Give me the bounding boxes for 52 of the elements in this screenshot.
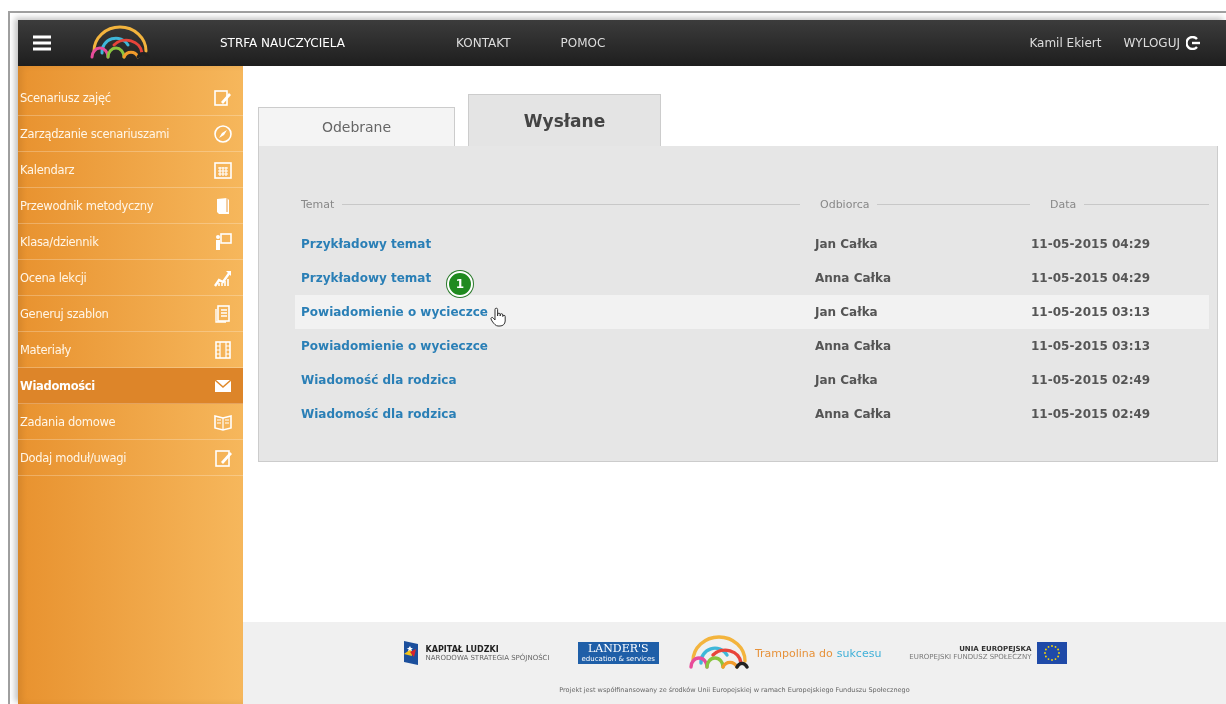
recipient-cell-text: Jan Całka bbox=[815, 305, 879, 319]
column-header: Temat bbox=[301, 198, 335, 211]
sidebar-item[interactable]: Zadania domowe bbox=[18, 404, 243, 440]
date-cell: 11-05-2015 03:13 bbox=[1031, 339, 1151, 353]
date-cell: 11-05-2015 03:13 bbox=[1031, 305, 1151, 319]
film-icon bbox=[213, 339, 233, 360]
slogan-text: sukcesu bbox=[836, 646, 882, 660]
date-cell: 11-05-2015 02:49 bbox=[1031, 407, 1151, 421]
message-subject-link[interactable]: Powiadomienie o wycieczce bbox=[301, 305, 488, 319]
user-name[interactable]: Kamil Ekiert bbox=[1029, 36, 1102, 50]
nav-link[interactable]: POMOC bbox=[560, 36, 606, 50]
eu-flag-icon bbox=[1037, 642, 1068, 664]
hand-cursor-icon bbox=[489, 307, 506, 327]
calendar-icon bbox=[213, 159, 233, 180]
sidebar-item[interactable]: Generuj szablon bbox=[18, 296, 243, 332]
message-subject-link[interactable]: Przykładowy temat bbox=[301, 237, 432, 251]
sidebar-item[interactable]: Przewodnik metodyczny bbox=[18, 188, 243, 224]
sidebar-item[interactable]: Dodaj moduł/uwagi bbox=[18, 440, 243, 476]
nav-link[interactable]: KONTAKT bbox=[456, 36, 511, 50]
sidebar-item[interactable]: Klasa/dziennik bbox=[18, 224, 243, 260]
sidebar-item[interactable]: Wiadomości bbox=[18, 368, 243, 404]
menu-icon[interactable] bbox=[32, 35, 52, 51]
logo-title: KAPITAŁ LUDZKI bbox=[425, 644, 500, 654]
logout-link[interactable]: WYLOGUJ bbox=[1123, 36, 1200, 50]
document-icon bbox=[213, 303, 233, 324]
teacher-board-icon bbox=[213, 231, 233, 252]
recipient-cell-text: Anna Całka bbox=[815, 339, 893, 353]
clipboard-pencil-icon bbox=[213, 447, 233, 468]
recipient-cell-text: Jan Całka bbox=[815, 237, 879, 251]
column-header: Data bbox=[1050, 198, 1077, 211]
recipient-cell-text: Jan Całka bbox=[815, 373, 879, 387]
flag-logo bbox=[401, 640, 420, 666]
sidebar-item[interactable]: Kalendarz bbox=[18, 152, 243, 188]
tab[interactable]: Wysłane bbox=[468, 94, 661, 146]
date-cell: 11-05-2015 04:29 bbox=[1031, 271, 1151, 285]
date-cell: 11-05-2015 04:29 bbox=[1031, 237, 1151, 251]
recipient-cell-text: Anna Całka bbox=[815, 407, 893, 421]
slogan-text: Trampolina do bbox=[754, 646, 833, 660]
logout-icon bbox=[1186, 36, 1200, 50]
column-header: Odbiorca bbox=[820, 198, 870, 211]
date-cell: 11-05-2015 02:49 bbox=[1031, 373, 1151, 387]
message-subject-link[interactable]: Wiadomość dla rodzica bbox=[301, 373, 457, 387]
nav-link[interactable]: STRFA NAUCZYCIELA bbox=[220, 36, 346, 50]
pencil-note-icon bbox=[213, 87, 233, 108]
message-subject-link[interactable]: Wiadomość dla rodzica bbox=[301, 407, 457, 421]
sidebar-item[interactable]: Scenariusz zajęć bbox=[18, 80, 243, 116]
message-subject-link[interactable]: Powiadomienie o wycieczce bbox=[301, 339, 488, 353]
step-badge: 1 bbox=[447, 271, 473, 297]
message-subject-link[interactable]: Przykładowy temat bbox=[301, 271, 432, 285]
compass-icon bbox=[213, 123, 233, 144]
recipient-cell-text: Anna Całka bbox=[815, 271, 893, 285]
tab[interactable]: Odebrane bbox=[258, 107, 455, 146]
